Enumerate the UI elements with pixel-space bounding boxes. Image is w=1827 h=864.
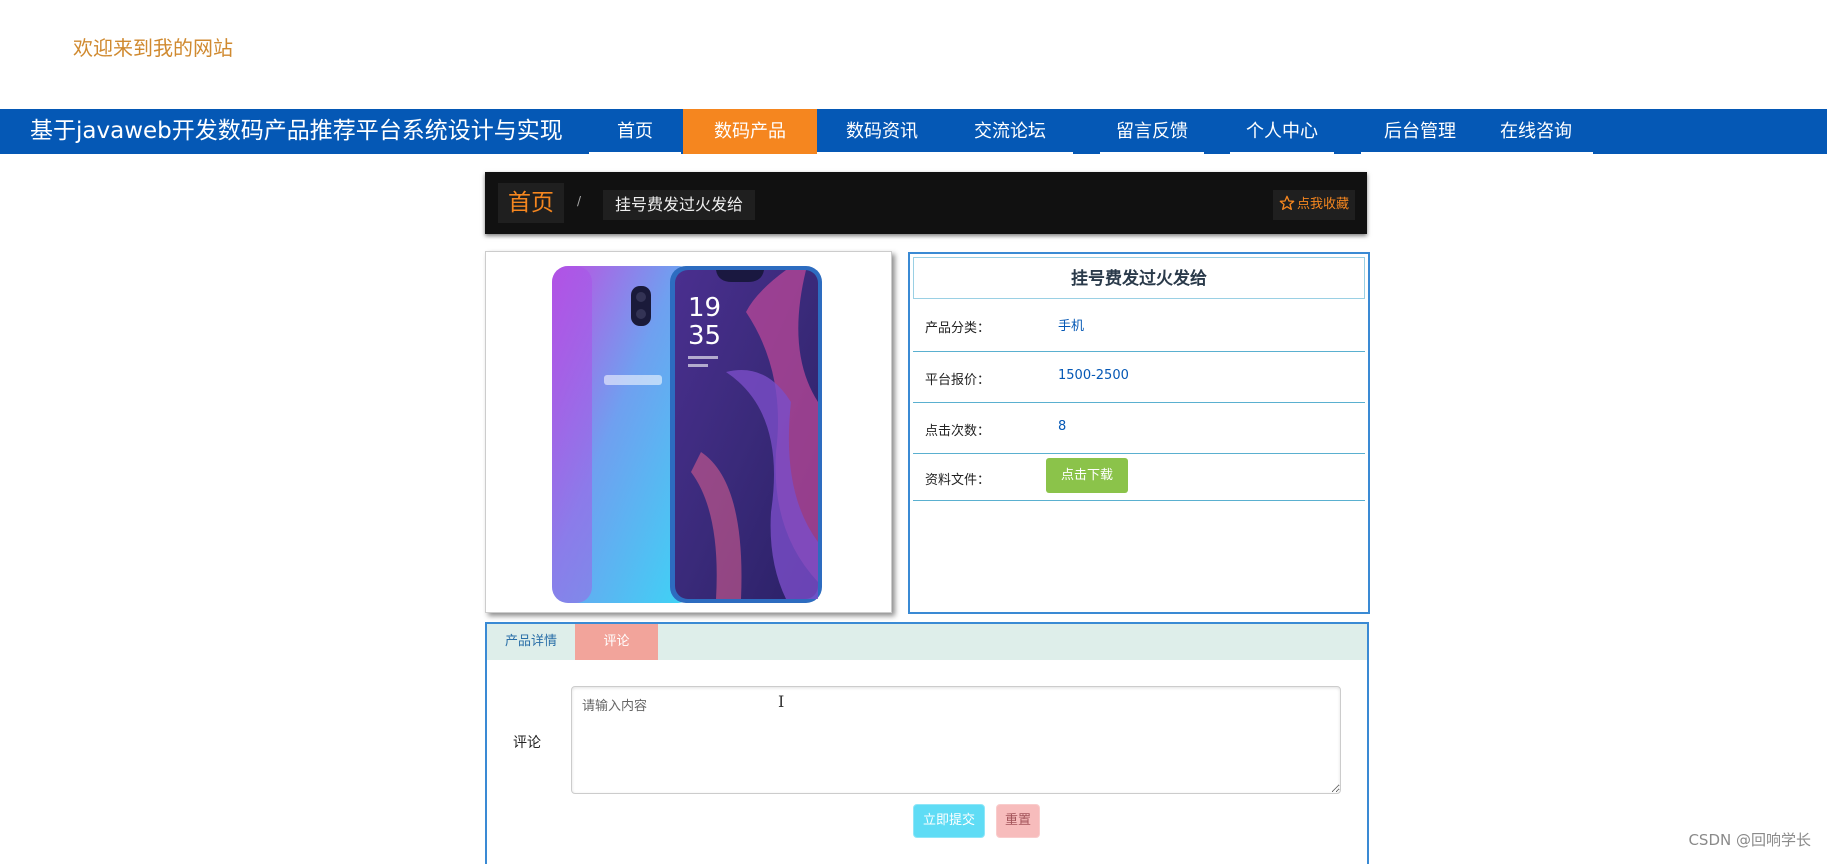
tab-strip: 产品详情 评论 — [487, 624, 1367, 660]
nav-item-feedback[interactable]: 留言反馈 — [1100, 109, 1204, 154]
file-label: 资料文件： — [925, 473, 991, 488]
star-icon — [1279, 195, 1295, 210]
breadcrumb-current: 挂号费发过火发给 — [603, 190, 756, 220]
product-image: 19 35 — [485, 251, 892, 613]
text-cursor-icon: I — [778, 692, 785, 711]
price-label: 平台报价： — [925, 373, 991, 388]
favorite-label: 点我收藏 — [1296, 197, 1349, 212]
nav-item-forum[interactable]: 交流论坛 — [947, 109, 1073, 154]
submit-button[interactable]: 立即提交 — [913, 804, 985, 838]
nav-item-online-consult[interactable]: 在线咨询 — [1479, 109, 1593, 154]
breadcrumb-home-link[interactable]: 首页 — [498, 183, 564, 223]
svg-text:19: 19 — [688, 293, 721, 323]
reset-button[interactable]: 重置 — [996, 804, 1040, 838]
tab-product-detail[interactable]: 产品详情 — [487, 624, 575, 660]
breadcrumb-separator: / — [577, 194, 582, 208]
welcome-text: 欢迎来到我的网站 — [73, 36, 233, 60]
info-row-category: 产品分类： 手机 — [913, 301, 1365, 352]
tab-comment[interactable]: 评论 — [575, 624, 658, 660]
product-title: 挂号费发过火发给 — [913, 257, 1365, 299]
info-row-price: 平台报价： 1500-2500 — [913, 352, 1365, 403]
comment-label: 评论 — [513, 735, 541, 751]
product-info-panel: 挂号费发过火发给 产品分类： 手机 平台报价： 1500-2500 点击次数： … — [908, 252, 1370, 614]
clicks-label: 点击次数： — [925, 424, 991, 439]
favorite-button[interactable]: 点我收藏 — [1272, 190, 1355, 220]
breadcrumb: 首页 / 挂号费发过火发给 点我收藏 — [485, 172, 1367, 234]
price-value: 1500-2500 — [1058, 368, 1129, 383]
clicks-value: 8 — [1058, 419, 1067, 434]
nav-item-digital-news[interactable]: 数码资讯 — [817, 109, 947, 154]
tabs-panel: 产品详情 评论 评论 I 立即提交 重置 — [485, 622, 1369, 864]
comment-input[interactable] — [571, 686, 1341, 794]
info-row-file: 资料文件： 点击下载 — [913, 454, 1365, 501]
info-row-clicks: 点击次数： 8 — [913, 403, 1365, 454]
phone-product-image: 19 35 — [552, 266, 822, 603]
watermark: CSDN @回响学长 — [1688, 831, 1811, 849]
download-button[interactable]: 点击下载 — [1046, 458, 1128, 493]
nav-item-admin[interactable]: 后台管理 — [1361, 109, 1479, 154]
site-title: 基于javaweb开发数码产品推荐平台系统设计与实现 — [30, 118, 563, 144]
svg-text:35: 35 — [688, 321, 721, 351]
category-label: 产品分类： — [925, 321, 991, 336]
nav-item-home[interactable]: 首页 — [589, 109, 681, 154]
top-navbar: 基于javaweb开发数码产品推荐平台系统设计与实现 首页 数码产品 数码资讯 … — [0, 109, 1827, 154]
category-value: 手机 — [1058, 319, 1085, 334]
nav-item-user-center[interactable]: 个人中心 — [1230, 109, 1334, 154]
nav-item-digital-products[interactable]: 数码产品 — [683, 109, 817, 154]
